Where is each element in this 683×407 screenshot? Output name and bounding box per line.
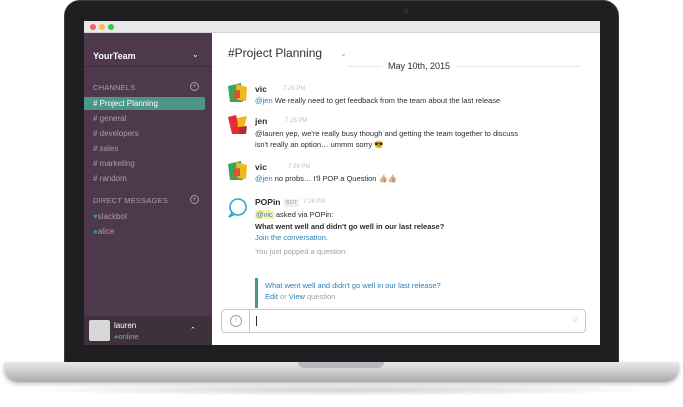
page-title[interactable]: #Project Planning xyxy=(228,46,322,60)
chevron-down-icon[interactable]: ⌄ xyxy=(340,49,347,58)
quote-actions: Edit or View question xyxy=(265,291,545,302)
dm-label: alice xyxy=(97,227,115,236)
message-author[interactable]: vic xyxy=(255,162,267,172)
avatar[interactable] xyxy=(227,82,248,103)
sidebar-channel-project-planning[interactable]: # Project Planning xyxy=(84,97,205,110)
user-name: lauren xyxy=(114,321,137,330)
avatar xyxy=(89,320,110,341)
emoji-icon[interactable]: ☺ xyxy=(571,315,579,324)
message-body: @lauren yep, we're really busy though an… xyxy=(255,128,555,150)
sidebar-dm-slackbot[interactable]: ♥slackbot xyxy=(93,210,127,223)
view-link[interactable]: View xyxy=(289,292,305,301)
status-label: online xyxy=(118,332,139,341)
text-cursor xyxy=(256,316,257,326)
dm-heading[interactable]: DIRECT MESSAGES xyxy=(93,196,168,205)
mention-link[interactable]: @jen xyxy=(255,174,273,183)
upload-icon: ↑ xyxy=(230,315,242,327)
message-text: no probs… I'll POP a Question 👍🏼👍🏼 xyxy=(272,174,398,183)
message-timestamp[interactable]: 7:26 PM xyxy=(288,164,310,170)
avatar[interactable] xyxy=(227,114,248,135)
sidebar: YourTeam ⌄ CHANNELS + # Project Planning… xyxy=(84,33,212,345)
date-divider: May 10th, 2015 xyxy=(382,61,457,71)
edit-link[interactable]: Edit xyxy=(265,292,278,301)
dm-label: slackbot xyxy=(97,212,128,221)
quoted-question-link[interactable]: What went well and didn't go well in our… xyxy=(265,280,545,291)
message-text: asked via POPin: xyxy=(273,210,334,219)
sidebar-channel-random[interactable]: # random xyxy=(84,172,205,185)
chevron-down-icon: ⌄ xyxy=(192,50,199,59)
message-text: We really need to get feedback from the … xyxy=(272,96,501,105)
message-author[interactable]: POPin xyxy=(255,197,281,207)
message-pane: #Project Planning ⌄ May 10th, 2015 vic 7… xyxy=(212,33,600,345)
message-timestamp[interactable]: 7:26 PM xyxy=(303,199,325,205)
avatar[interactable] xyxy=(227,160,248,181)
channels-heading[interactable]: CHANNELS xyxy=(93,83,135,92)
camera-icon xyxy=(404,9,409,14)
chevron-up-icon[interactable]: ⌃ xyxy=(190,326,196,334)
message-timestamp[interactable]: 7:26 PM xyxy=(283,86,305,92)
sidebar-channel-general[interactable]: # general xyxy=(84,112,205,125)
add-dm-icon[interactable]: + xyxy=(190,195,199,204)
laptop-stage: YourTeam ⌄ CHANNELS + # Project Planning… xyxy=(0,0,683,407)
popped-note: You just popped a question: xyxy=(255,247,348,256)
sidebar-channel-sales[interactable]: # sales xyxy=(84,142,205,155)
upload-button[interactable]: ↑ xyxy=(222,310,250,332)
mention-link[interactable]: @jen xyxy=(255,96,273,105)
title-bar xyxy=(84,21,600,33)
message-author[interactable]: vic xyxy=(255,84,267,94)
message-timestamp[interactable]: 7:26 PM xyxy=(285,118,307,124)
laptop-notch xyxy=(298,362,384,368)
laptop-shadow xyxy=(18,384,665,396)
or-text: or xyxy=(277,292,289,301)
maximize-dot-icon[interactable] xyxy=(108,24,114,30)
sidebar-channel-developers[interactable]: # developers xyxy=(84,127,205,140)
minimize-dot-icon[interactable] xyxy=(99,24,105,30)
quote-bar xyxy=(255,278,258,308)
question-word: question xyxy=(304,292,336,301)
close-dot-icon[interactable] xyxy=(90,24,96,30)
team-name: YourTeam xyxy=(93,51,136,61)
message-input[interactable] xyxy=(254,313,554,329)
join-conversation-link[interactable]: Join the conversation. xyxy=(255,232,555,243)
bot-badge: BOT xyxy=(284,199,300,207)
popin-logo-icon[interactable] xyxy=(227,197,248,218)
current-user-bar[interactable]: lauren ●online ⌃ xyxy=(84,316,212,345)
message-body: @vic asked via POPin: What went well and… xyxy=(255,209,555,257)
message-body: @jen We really need to get feedback from… xyxy=(255,95,555,106)
team-menu[interactable]: YourTeam ⌄ xyxy=(84,33,212,67)
user-status: ●online xyxy=(114,332,139,341)
quoted-question: What went well and didn't go well in our… xyxy=(265,280,545,302)
mention-link[interactable]: @vic xyxy=(255,210,274,219)
app-window: YourTeam ⌄ CHANNELS + # Project Planning… xyxy=(84,21,600,345)
message-line: @vic asked via POPin: xyxy=(255,209,555,220)
message-composer: ↑ ☺ xyxy=(221,309,586,333)
message-line: isn't really an option… ummm sorry 😎 xyxy=(255,140,384,149)
message-author[interactable]: jen xyxy=(255,116,267,126)
message-body: @jen no probs… I'll POP a Question 👍🏼👍🏼 xyxy=(255,173,555,184)
sidebar-dm-alice[interactable]: ●alice xyxy=(93,225,114,238)
popped-question: What went well and didn't go well in our… xyxy=(255,222,445,231)
sidebar-channel-marketing[interactable]: # marketing xyxy=(84,157,205,170)
add-channel-icon[interactable]: + xyxy=(190,82,199,91)
message-line: @lauren yep, we're really busy though an… xyxy=(255,129,518,138)
